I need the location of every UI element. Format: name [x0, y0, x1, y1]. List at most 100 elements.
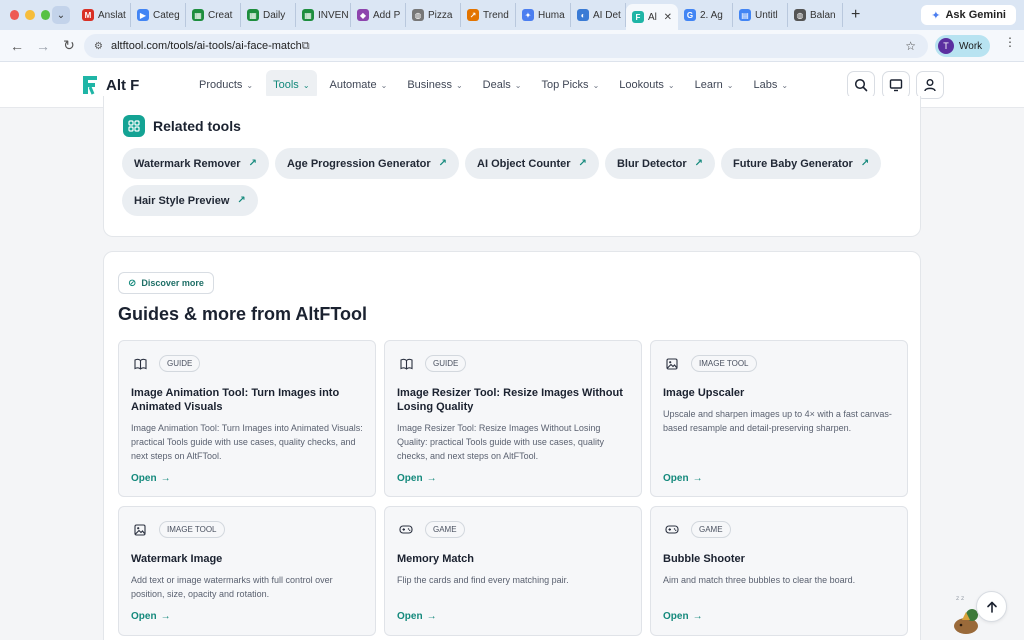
discover-more-badge: ⊘ Discover more — [118, 272, 214, 294]
gemini-icon: ✦ — [522, 9, 534, 21]
new-tab-plus-icon[interactable]: + — [851, 6, 860, 24]
bookmark-star-icon[interactable]: ☆ — [905, 39, 916, 53]
tab-search-chevron-icon[interactable]: ⌄ — [52, 6, 70, 24]
sheets-icon: ▦ — [192, 9, 204, 21]
related-tool-chip[interactable]: AI Object Counter ↗ — [465, 148, 599, 179]
browser-tab[interactable]: ◆ Add P — [351, 3, 406, 27]
close-tab-icon[interactable]: ✕ — [664, 12, 672, 23]
related-tools-list: Watermark Remover ↗ Age Progression Genera… — [122, 148, 882, 216]
profile-label: Work — [959, 40, 983, 52]
related-tool-chip[interactable]: Blur Detector ↗ — [604, 148, 716, 179]
gamepad-icon — [397, 522, 415, 538]
related-tool-label: Hair Style Preview — [134, 194, 230, 207]
browser-tab-label: Daily — [263, 9, 286, 21]
guide-card[interactable]: GAME Bubble Shooter Aim and match three bu… — [650, 506, 908, 636]
chevron-down-icon: ⌄ — [592, 80, 600, 90]
install-app-icon[interactable]: ⧉ — [302, 40, 310, 53]
related-tool-label: AI Object Counter — [477, 157, 571, 170]
minimize-window-button[interactable] — [25, 10, 35, 20]
chevron-down-icon: ⌄ — [455, 80, 463, 90]
guide-card[interactable]: GAME Memory Match Flip the cards and find … — [384, 506, 642, 636]
guide-card-title[interactable]: Watermark Image — [131, 552, 363, 566]
brand-logo-link[interactable]: Alt F — [80, 74, 139, 96]
browser-tab-label: Huma — [538, 9, 565, 21]
browser-tab[interactable]: ◐ AI Det — [571, 3, 626, 27]
back-arrow-icon[interactable]: ← — [4, 38, 30, 54]
browser-tab[interactable]: ▶ Categ — [131, 3, 186, 27]
compass-icon: ⊘ — [128, 277, 137, 289]
guide-card-description: Add text or image watermarks with full c… — [131, 575, 333, 599]
guide-card-title[interactable]: Image Animation Tool: Turn Images into A… — [131, 386, 363, 414]
browser-tab[interactable]: ↗ Trend — [461, 3, 516, 27]
browser-tab-label: Categ — [153, 9, 180, 21]
nav-item-label: Labs — [753, 79, 778, 91]
guide-card-open-link[interactable]: Open → — [397, 611, 437, 622]
scroll-to-top-button[interactable] — [976, 591, 1007, 622]
guide-card-meta: GUIDE — [131, 355, 201, 372]
related-tool-chip[interactable]: Hair Style Preview ↗ — [122, 185, 258, 216]
profile-avatar: T — [938, 38, 954, 54]
external-arrow-icon: ↗ — [860, 158, 870, 169]
guide-card-title[interactable]: Bubble Shooter — [663, 552, 895, 566]
guide-card-description: Image Resizer Tool: Resize Images Withou… — [397, 423, 604, 461]
related-tool-chip[interactable]: Watermark Remover ↗ — [122, 148, 269, 179]
browser-tab[interactable]: ✦ Huma — [516, 3, 571, 27]
guide-card[interactable]: GUIDE Image Resizer Tool: Resize Images W… — [384, 340, 642, 497]
google-ads-icon: ▶ — [137, 9, 149, 21]
close-window-button[interactable] — [10, 10, 20, 20]
arrow-up-icon — [986, 601, 997, 613]
guide-card-meta: IMAGE TOOL — [663, 355, 757, 372]
browser-tab[interactable]: G 2. Ag — [678, 3, 733, 27]
guide-card-title[interactable]: Memory Match — [397, 552, 629, 566]
guide-card-open-link[interactable]: Open → — [131, 611, 171, 622]
address-bar[interactable]: ⚙ altftool.com/tools/ai-tools/ai-face-ma… — [84, 34, 928, 58]
account-button[interactable] — [916, 71, 944, 99]
external-arrow-icon: ↗ — [237, 195, 246, 206]
browser-tab[interactable]: ▤ Untitl — [733, 3, 788, 27]
display-mode-button[interactable] — [882, 71, 910, 99]
related-tool-chip[interactable]: Age Progression Generator ↗ — [274, 148, 460, 179]
url-text: altftool.com/tools/ai-tools/ai-face-matc… — [110, 40, 302, 52]
external-arrow-icon: ↗ — [578, 158, 587, 169]
site-info-icon[interactable]: ⚙ — [94, 41, 103, 52]
browser-menu-icon[interactable]: ⋮ — [1004, 36, 1016, 48]
ask-gemini-button[interactable]: ✦ Ask Gemini — [921, 5, 1016, 25]
guide-card-title[interactable]: Image Resizer Tool: Resize Images Withou… — [397, 386, 629, 414]
profile-chip[interactable]: T Work — [935, 35, 991, 57]
search-button[interactable] — [847, 71, 875, 99]
guide-card[interactable]: GUIDE Image Animation Tool: Turn Images i… — [118, 340, 376, 497]
guide-card-open-link[interactable]: Open → — [663, 611, 703, 622]
guide-card-open-link[interactable]: Open → — [131, 473, 171, 484]
open-link-label: Open — [397, 473, 423, 484]
browser-tab[interactable]: F Al ✕ — [626, 4, 678, 30]
guides-heading: Guides & more from AltFTool — [118, 304, 368, 324]
book-icon — [131, 356, 149, 372]
browser-tab-label: Al — [648, 11, 657, 23]
browser-tab[interactable]: M Anslat — [76, 3, 131, 27]
browser-tab[interactable]: ▦ INVEN — [296, 3, 351, 27]
open-link-label: Open — [397, 611, 423, 622]
browser-tab[interactable]: ▦ Daily — [241, 3, 296, 27]
sheets-icon: ▦ — [302, 9, 314, 21]
browser-tab[interactable]: ◍ Pizza — [406, 3, 461, 27]
guide-card[interactable]: IMAGE TOOL Watermark Image Add text or ima… — [118, 506, 376, 636]
guide-card-type-badge: IMAGE TOOL — [691, 355, 757, 372]
svg-text:z z: z z — [956, 595, 964, 602]
circle-icon: ◐ — [577, 9, 589, 21]
arrow-right-icon: → — [692, 473, 703, 484]
reload-icon[interactable]: ↻ — [56, 37, 82, 54]
chevron-down-icon: ⌄ — [246, 80, 254, 90]
globe-icon: ◍ — [794, 9, 806, 21]
related-tool-chip[interactable]: Future Baby Generator ↗ — [721, 148, 882, 179]
forward-arrow-icon[interactable]: → — [30, 38, 56, 54]
guide-card-title[interactable]: Image Upscaler — [663, 386, 895, 400]
guides-panel: ⊘ Discover more Guides & more from AltFT… — [103, 251, 921, 640]
guide-card-open-link[interactable]: Open → — [663, 473, 703, 484]
browser-tab[interactable]: ▦ Creat — [186, 3, 241, 27]
guide-card-type-badge: GUIDE — [425, 355, 467, 372]
guide-card-open-link[interactable]: Open → — [397, 473, 437, 484]
guide-card[interactable]: IMAGE TOOL Image Upscaler Upscale and shar… — [650, 340, 908, 497]
browser-tab[interactable]: ◍ Balan — [788, 3, 843, 27]
maximize-window-button[interactable] — [40, 10, 50, 20]
browser-toolbar: ← → ↻ ⚙ altftool.com/tools/ai-tools/ai-f… — [0, 30, 1024, 62]
